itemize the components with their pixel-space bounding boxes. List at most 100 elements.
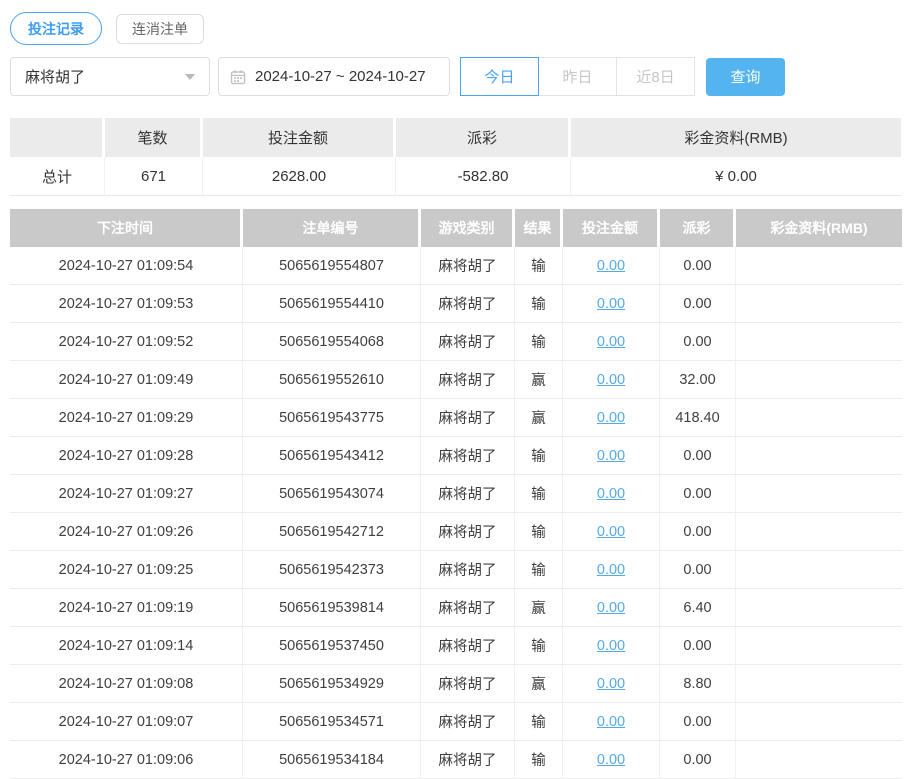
cell-result: 输 xyxy=(515,437,563,475)
cell-game-type: 麻将胡了 xyxy=(421,323,515,361)
date-range-value: 2024-10-27 ~ 2024-10-27 xyxy=(255,68,426,85)
query-button[interactable]: 查询 xyxy=(706,58,785,96)
cell-order-number: 5065619543775 xyxy=(243,399,421,437)
table-row: 2024-10-27 01:09:29 5065619543775 麻将胡了 赢… xyxy=(10,399,902,437)
table-row: 2024-10-27 01:09:52 5065619554068 麻将胡了 输… xyxy=(10,323,902,361)
cell-bonus xyxy=(736,703,902,741)
summary-total-label: 总计 xyxy=(10,157,105,196)
header-result: 结果 xyxy=(515,209,563,247)
last-8-days-button[interactable]: 近8日 xyxy=(616,57,695,96)
summary-total-payout: -582.80 xyxy=(396,157,571,196)
tab-betting-records[interactable]: 投注记录 xyxy=(10,12,102,45)
bet-amount-link[interactable]: 0.00 xyxy=(597,638,625,654)
cell-game-type: 麻将胡了 xyxy=(421,437,515,475)
table-row: 2024-10-27 01:09:54 5065619554807 麻将胡了 输… xyxy=(10,247,902,285)
summary-header-payout: 派彩 xyxy=(396,118,571,157)
summary-total-row: 总计 671 2628.00 -582.80 ¥ 0.00 xyxy=(10,157,901,196)
bet-amount-link[interactable]: 0.00 xyxy=(597,448,625,464)
cell-order-number: 5065619543412 xyxy=(243,437,421,475)
bet-amount-link[interactable]: 0.00 xyxy=(597,410,625,426)
cell-bet-amount: 0.00 xyxy=(563,551,660,589)
table-row: 2024-10-27 01:09:19 5065619539814 麻将胡了 赢… xyxy=(10,589,902,627)
betting-records-page: 投注记录 连消注单 麻将胡了 2024- xyxy=(0,0,910,779)
cell-bet-amount: 0.00 xyxy=(563,627,660,665)
cell-bonus xyxy=(736,741,902,779)
cell-bet-time: 2024-10-27 01:09:27 xyxy=(10,475,243,513)
table-row: 2024-10-27 01:09:53 5065619554410 麻将胡了 输… xyxy=(10,285,902,323)
cell-result: 输 xyxy=(515,741,563,779)
bet-amount-link[interactable]: 0.00 xyxy=(597,676,625,692)
bet-amount-link[interactable]: 0.00 xyxy=(597,600,625,616)
cell-bonus xyxy=(736,589,902,627)
cell-game-type: 麻将胡了 xyxy=(421,361,515,399)
header-bonus: 彩金资料(RMB) xyxy=(736,209,902,247)
cell-bet-amount: 0.00 xyxy=(563,703,660,741)
cell-result: 输 xyxy=(515,475,563,513)
cell-bet-time: 2024-10-27 01:09:19 xyxy=(10,589,243,627)
cell-order-number: 5065619537450 xyxy=(243,627,421,665)
today-button[interactable]: 今日 xyxy=(460,57,539,96)
records-header-row: 下注时间 注单编号 游戏类别 结果 投注金额 派彩 彩金资料(RMB) xyxy=(10,209,902,247)
table-row: 2024-10-27 01:09:25 5065619542373 麻将胡了 输… xyxy=(10,551,902,589)
table-row: 2024-10-27 01:09:28 5065619543412 麻将胡了 输… xyxy=(10,437,902,475)
cell-result: 赢 xyxy=(515,399,563,437)
bet-amount-link[interactable]: 0.00 xyxy=(597,486,625,502)
cell-game-type: 麻将胡了 xyxy=(421,399,515,437)
cell-bet-amount: 0.00 xyxy=(563,361,660,399)
cell-bet-amount: 0.00 xyxy=(563,741,660,779)
yesterday-button[interactable]: 昨日 xyxy=(538,57,617,96)
bet-amount-link[interactable]: 0.00 xyxy=(597,334,625,350)
bet-amount-link[interactable]: 0.00 xyxy=(597,562,625,578)
cell-result: 输 xyxy=(515,703,563,741)
summary-total-bet-amount: 2628.00 xyxy=(203,157,396,196)
cell-payout: 8.80 xyxy=(660,665,736,703)
tab-cancelled-orders[interactable]: 连消注单 xyxy=(116,14,204,44)
date-range-input[interactable]: 2024-10-27 ~ 2024-10-27 xyxy=(218,57,450,96)
cell-bet-time: 2024-10-27 01:09:52 xyxy=(10,323,243,361)
cell-bonus xyxy=(736,665,902,703)
cell-payout: 0.00 xyxy=(660,475,736,513)
bet-amount-link[interactable]: 0.00 xyxy=(597,752,625,768)
cell-bet-time: 2024-10-27 01:09:53 xyxy=(10,285,243,323)
cell-result: 输 xyxy=(515,323,563,361)
bet-amount-link[interactable]: 0.00 xyxy=(597,296,625,312)
cell-payout: 32.00 xyxy=(660,361,736,399)
cell-bet-amount: 0.00 xyxy=(563,475,660,513)
cell-payout: 0.00 xyxy=(660,323,736,361)
cell-payout: 0.00 xyxy=(660,247,736,285)
table-row: 2024-10-27 01:09:26 5065619542712 麻将胡了 输… xyxy=(10,513,902,551)
cell-game-type: 麻将胡了 xyxy=(421,285,515,323)
bet-amount-link[interactable]: 0.00 xyxy=(597,524,625,540)
bet-amount-link[interactable]: 0.00 xyxy=(597,372,625,388)
cell-result: 输 xyxy=(515,513,563,551)
cell-bet-time: 2024-10-27 01:09:49 xyxy=(10,361,243,399)
chevron-down-icon xyxy=(185,74,195,80)
cell-payout: 0.00 xyxy=(660,513,736,551)
summary-header-count: 笔数 xyxy=(105,118,203,157)
cell-bet-amount: 0.00 xyxy=(563,665,660,703)
bet-amount-link[interactable]: 0.00 xyxy=(597,714,625,730)
cell-payout: 418.40 xyxy=(660,399,736,437)
cell-result: 赢 xyxy=(515,361,563,399)
summary-header-bet-amount: 投注金额 xyxy=(203,118,396,157)
header-bet-time: 下注时间 xyxy=(10,209,243,247)
summary-total-bonus: ¥ 0.00 xyxy=(571,157,901,196)
game-select[interactable]: 麻将胡了 xyxy=(10,57,210,96)
summary-header-empty xyxy=(10,118,105,157)
cell-bet-time: 2024-10-27 01:09:25 xyxy=(10,551,243,589)
bet-amount-link[interactable]: 0.00 xyxy=(597,258,625,274)
table-row: 2024-10-27 01:09:06 5065619534184 麻将胡了 输… xyxy=(10,741,902,779)
cell-payout: 0.00 xyxy=(660,551,736,589)
cell-bet-time: 2024-10-27 01:09:54 xyxy=(10,247,243,285)
cell-order-number: 5065619554410 xyxy=(243,285,421,323)
cell-bet-amount: 0.00 xyxy=(563,399,660,437)
cell-bonus xyxy=(736,323,902,361)
table-row: 2024-10-27 01:09:07 5065619534571 麻将胡了 输… xyxy=(10,703,902,741)
records-table: 下注时间 注单编号 游戏类别 结果 投注金额 派彩 彩金资料(RMB) 2024… xyxy=(10,209,902,779)
cell-order-number: 5065619543074 xyxy=(243,475,421,513)
cell-payout: 6.40 xyxy=(660,589,736,627)
cell-order-number: 5065619542712 xyxy=(243,513,421,551)
header-order-number: 注单编号 xyxy=(243,209,421,247)
cell-result: 赢 xyxy=(515,589,563,627)
table-row: 2024-10-27 01:09:08 5065619534929 麻将胡了 赢… xyxy=(10,665,902,703)
